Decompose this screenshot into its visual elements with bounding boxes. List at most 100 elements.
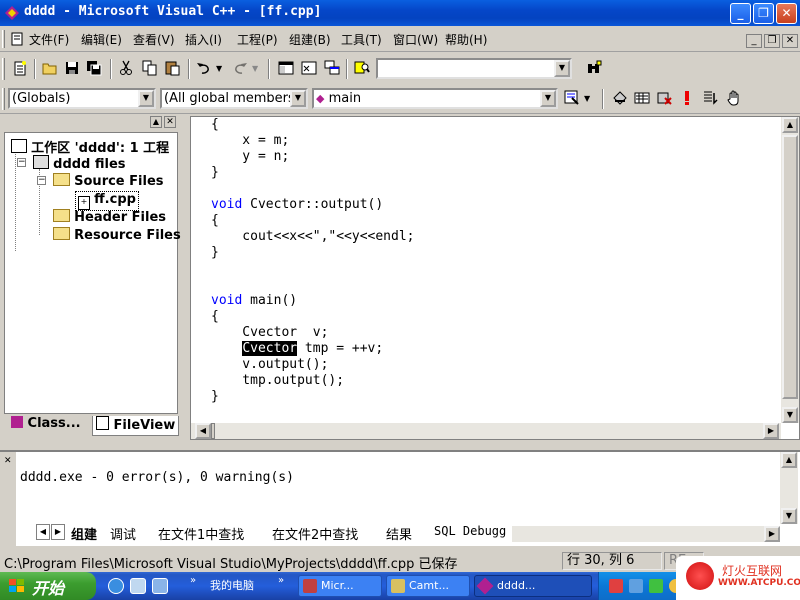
tabs-scroll-right-icon[interactable]: ▶ — [51, 524, 65, 540]
chevron-icon[interactable]: » — [278, 575, 284, 586]
menu-view[interactable]: 查看(V) — [133, 31, 175, 48]
code-line[interactable]: { — [211, 309, 415, 325]
tray-icon[interactable] — [649, 579, 663, 593]
tree-source-files-label[interactable]: Source Files — [74, 174, 163, 189]
build-icon[interactable] — [632, 88, 652, 108]
find-binoculars-icon[interactable] — [584, 58, 604, 78]
code-selection[interactable]: Cvector — [242, 341, 298, 356]
workspace-close-icon[interactable]: ✕ — [164, 116, 176, 128]
tab-classview-label[interactable]: Class... — [28, 416, 81, 431]
menu-project[interactable]: 工程(P) — [237, 31, 278, 48]
code-line[interactable] — [211, 181, 415, 197]
output-horizontal-scrollbar[interactable]: ▶ — [512, 526, 780, 542]
menu-window[interactable]: 窗口(W) — [393, 31, 438, 48]
output-vertical-scrollbar[interactable]: ▲ ▼ — [780, 452, 798, 524]
doc-minimize-button[interactable]: _ — [746, 34, 762, 48]
new-file-icon[interactable] — [10, 58, 30, 78]
code-line[interactable]: void main() — [211, 293, 415, 309]
code-line[interactable]: { — [211, 117, 415, 133]
save-icon[interactable] — [62, 58, 82, 78]
menu-file[interactable]: 文件(F) — [29, 31, 69, 48]
find-combo-arrow-icon[interactable]: ▼ — [554, 60, 570, 77]
tree-resource-files-label[interactable]: Resource Files — [74, 228, 181, 243]
close-button[interactable]: ✕ — [776, 3, 797, 24]
ie-icon[interactable] — [108, 578, 124, 594]
output-tab-1[interactable]: 调试 — [110, 524, 136, 543]
task-button-micr[interactable]: Micr... — [298, 575, 382, 597]
output-scroll-right-icon[interactable]: ▶ — [764, 526, 780, 542]
tree-header-files-label[interactable]: Header Files — [74, 210, 166, 225]
quicklaunch-icon[interactable] — [130, 578, 146, 594]
function-combo-arrow-icon[interactable]: ▼ — [540, 90, 556, 107]
members-combo-arrow-icon[interactable]: ▼ — [290, 90, 306, 107]
find-in-files-icon[interactable] — [352, 58, 372, 78]
code-line[interactable]: y = n; — [211, 149, 415, 165]
redo-dropdown-icon[interactable]: ▼ — [252, 64, 258, 73]
output-tab-2[interactable]: 在文件1中查找 — [158, 524, 244, 543]
menu-insert[interactable]: 插入(I) — [185, 31, 222, 48]
visual-cpp-app-icon[interactable] — [4, 5, 20, 21]
open-folder-icon[interactable] — [40, 58, 60, 78]
compile-icon[interactable] — [610, 88, 630, 108]
class-combo-arrow-icon[interactable]: ▼ — [138, 90, 154, 107]
copy-icon[interactable] — [140, 58, 160, 78]
function-combo-value[interactable]: main — [329, 91, 361, 106]
tree-resource-files[interactable]: Resource Files — [53, 227, 181, 243]
breakpoint-hand-icon[interactable] — [724, 88, 744, 108]
editor-vertical-scrollbar[interactable]: ▲ ▼ — [781, 117, 799, 423]
function-combo[interactable]: ◆ main ▼ — [312, 88, 558, 109]
undo-dropdown-icon[interactable]: ▼ — [216, 64, 222, 73]
tray-icon[interactable] — [609, 579, 623, 593]
window-list-icon[interactable] — [322, 58, 342, 78]
wizard-action-icon[interactable] — [562, 88, 582, 108]
code-line[interactable]: cout<<x<<","<<y<<endl; — [211, 229, 414, 245]
editor-hscroll-thumb[interactable] — [211, 423, 215, 439]
stop-build-icon[interactable] — [654, 88, 674, 108]
redo-icon[interactable] — [230, 58, 250, 78]
tree-file-label[interactable]: ff.cpp — [94, 192, 136, 207]
tray-icon[interactable] — [629, 579, 643, 593]
menu-help[interactable]: 帮助(H) — [445, 31, 487, 48]
save-all-icon[interactable] — [84, 58, 104, 78]
workspace-window-icon[interactable] — [276, 58, 296, 78]
code-line[interactable]: Cvector v; — [211, 325, 415, 341]
scroll-right-icon[interactable]: ▶ — [763, 423, 779, 439]
scroll-down-icon[interactable]: ▼ — [782, 407, 798, 423]
code-line[interactable]: tmp.output(); — [211, 373, 415, 389]
tree-workspace-root[interactable]: 工作区 'dddd': 1 工程 — [11, 137, 169, 156]
menu-edit[interactable]: 编辑(E) — [81, 31, 122, 48]
code-line[interactable]: } — [211, 389, 415, 405]
output-window-icon[interactable] — [299, 58, 319, 78]
output-scroll-up-icon[interactable]: ▲ — [781, 452, 797, 468]
code-line[interactable]: Cvector tmp = ++v; — [211, 341, 415, 357]
output-tab-3[interactable]: 在文件2中查找 — [272, 524, 358, 543]
tree-source-files[interactable]: Source Files — [53, 173, 164, 189]
start-button[interactable]: 开始 — [0, 572, 96, 600]
code-line[interactable]: } — [211, 165, 415, 181]
cut-icon[interactable] — [116, 58, 136, 78]
code-editor[interactable]: { x = m; y = n;} void Cvector::output(){ … — [190, 116, 800, 440]
my-computer-toolbar[interactable]: 我的电脑 — [210, 577, 254, 593]
tab-fileview[interactable]: FileView — [92, 416, 180, 436]
members-combo[interactable]: (All global members ▼ — [160, 88, 308, 109]
tree-header-files[interactable]: Header Files — [53, 209, 166, 225]
wizard-action-dropdown-icon[interactable]: ▼ — [584, 94, 590, 103]
members-combo-value[interactable]: (All global members — [164, 91, 295, 106]
class-combo[interactable]: (Globals) ▼ — [8, 88, 156, 109]
task-button-camt[interactable]: Camt... — [386, 575, 470, 597]
code-line[interactable]: void Cvector::output() — [211, 197, 415, 213]
code-line[interactable]: } — [211, 245, 415, 261]
code-line[interactable] — [211, 261, 415, 277]
tab-classview[interactable]: Class... — [8, 416, 84, 436]
task-label[interactable]: dddd... — [497, 579, 535, 592]
editor-horizontal-scrollbar[interactable]: ◀ ▶ — [191, 423, 781, 439]
editor-scroll-thumb[interactable] — [782, 135, 798, 399]
paste-icon[interactable] — [162, 58, 182, 78]
tree-collapse-icon[interactable]: − — [17, 158, 26, 167]
execute-icon[interactable] — [677, 88, 697, 108]
tree-workspace-label[interactable]: 工作区 'dddd': 1 工程 — [31, 141, 169, 156]
menu-tools[interactable]: 工具(T) — [341, 31, 382, 48]
output-close-icon[interactable]: ✕ — [4, 456, 12, 466]
menu-build[interactable]: 组建(B) — [289, 31, 331, 48]
minimize-button[interactable]: _ — [730, 3, 751, 24]
